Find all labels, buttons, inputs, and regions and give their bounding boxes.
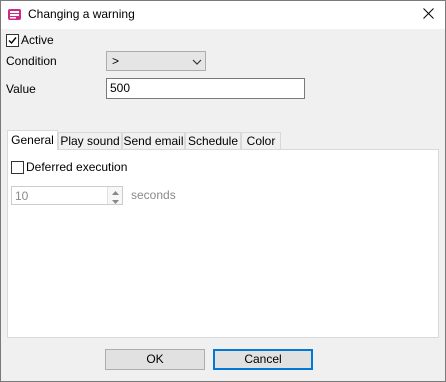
tab-send-email[interactable]: Send email — [122, 132, 185, 149]
spin-down-arrow-icon — [111, 193, 119, 207]
tab-general[interactable]: General — [7, 130, 58, 150]
chevron-down-icon — [192, 56, 202, 70]
general-tab-panel: Deferred execution 10 seconds — [7, 149, 439, 338]
value-label: Value — [6, 82, 36, 96]
cancel-button-label: Cancel — [244, 352, 282, 366]
spin-down-button[interactable] — [108, 196, 122, 204]
value-input[interactable]: 500 — [106, 78, 305, 99]
tab-label: Color — [246, 134, 276, 148]
ok-button-label: OK — [146, 352, 164, 366]
tab-play-sound[interactable]: Play sound — [58, 132, 122, 149]
tab-label: General — [11, 133, 54, 147]
close-icon — [422, 8, 434, 22]
delay-spinbox[interactable]: 10 — [11, 186, 123, 205]
tab-label: Play sound — [60, 134, 120, 148]
value-input-text: 500 — [110, 81, 131, 95]
spin-buttons — [107, 187, 122, 204]
title-bar: Changing a warning — [1, 1, 445, 29]
active-label[interactable]: Active — [21, 33, 54, 47]
tab-label: Send email — [123, 134, 184, 148]
warning-app-icon — [7, 7, 22, 22]
tab-schedule[interactable]: Schedule — [185, 132, 241, 149]
condition-label: Condition — [6, 54, 57, 68]
delay-value: 10 — [15, 189, 29, 203]
deferred-execution-checkbox[interactable] — [11, 161, 24, 174]
cancel-button[interactable]: Cancel — [213, 349, 313, 370]
close-button[interactable] — [411, 1, 445, 29]
window-title: Changing a warning — [28, 7, 135, 21]
ok-button[interactable]: OK — [105, 349, 205, 370]
delay-unit-label: seconds — [131, 188, 176, 202]
condition-selected-value: > — [112, 54, 120, 68]
dialog-window: Changing a warning Active Condition > Va… — [0, 0, 446, 382]
deferred-execution-label[interactable]: Deferred execution — [26, 160, 127, 174]
active-checkbox[interactable] — [6, 34, 19, 47]
tab-label: Schedule — [187, 134, 239, 148]
condition-dropdown[interactable]: > — [106, 51, 206, 71]
tab-color[interactable]: Color — [241, 132, 281, 149]
